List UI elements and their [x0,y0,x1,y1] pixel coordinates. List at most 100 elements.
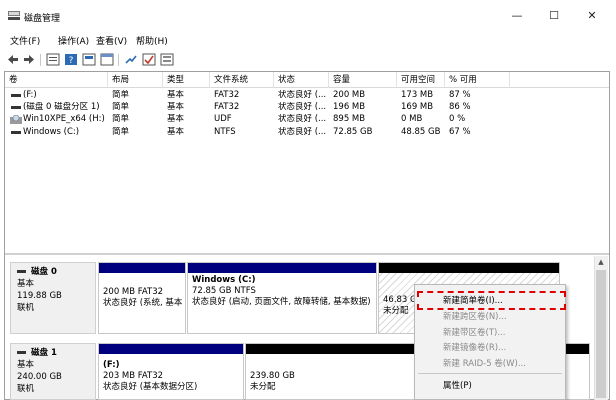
disk-type: 基本 [17,360,35,370]
pane-splitter[interactable] [5,253,609,255]
volume-filesystem: FAT32 [214,102,240,112]
volume-percent-free: 86 % [449,102,471,112]
partition-title: Windows (C:) [192,275,256,285]
column-header-layout[interactable]: 布局 [108,72,163,88]
partition-stripe [99,344,243,354]
partition-status: 状态良好 (启动, 页面文件, 故障转储, 基本数据) [192,297,371,307]
column-header-filesystem[interactable]: 文件系统 [210,72,274,88]
volume-filesystem: FAT32 [214,90,240,100]
disk-1-label[interactable]: 磁盘 1 基本 240.00 GB 联机 [10,343,96,400]
menu-view[interactable]: 查看(V) [96,34,127,50]
back-arrow-icon[interactable] [6,53,20,66]
volume-capacity: 200 MB [333,90,366,100]
minimize-button[interactable]: — [508,8,526,24]
volume-status: 状态良好 (... [278,90,327,100]
disk-name: 磁盘 0 [31,267,57,277]
volume-layout: 简单 [112,90,130,100]
menu-item-new-spanned-volume[interactable]: 新建跨区卷(N)... [443,311,507,323]
volume-free-space: 48.85 GB [401,127,441,137]
partition-status: 状态良好 (基本数据分区) [103,382,198,392]
volume-name: Windows (C:) [23,127,80,137]
scroll-up-arrow-icon[interactable]: ▲ [594,256,608,269]
partition-stripe [188,263,376,273]
column-header-percent-free[interactable]: % 可用 [445,72,510,88]
window-title: 磁盘管理 [24,14,61,24]
disk-size: 119.88 GB [17,291,62,301]
scrollbar-thumb[interactable] [596,270,606,398]
volume-layout: 简单 [112,102,130,112]
volume-icon [11,106,21,109]
disk-0-label[interactable]: 磁盘 0 基本 119.88 GB 联机 [10,262,96,334]
volume-list-header: 卷 布局 类型 文件系统 状态 容量 可用空间 % 可用 [5,72,609,88]
menu-item-properties[interactable]: 属性(P) [443,380,472,392]
volume-row[interactable]: (F:) 简单 基本 FAT32 状态良好 (... 200 MB 173 MB… [5,90,609,101]
partition-f[interactable]: (F:) 203 MB FAT32 状态良好 (基本数据分区) [98,343,244,400]
disk-icon [17,351,26,354]
volume-type: 基本 [167,102,185,112]
help-icon[interactable]: ? [64,53,78,66]
volume-status: 状态良好 (... [278,114,327,124]
column-header-capacity[interactable]: 容量 [329,72,397,88]
volume-status: 状态良好 (... [278,102,327,112]
rescan-icon[interactable] [160,53,174,66]
disk-icon [17,270,26,273]
menu-file[interactable]: 文件(F) [10,34,40,50]
disk-name: 磁盘 1 [31,348,57,358]
disk-status: 联机 [17,303,35,313]
menu-item-new-striped-volume[interactable]: 新建带区卷(T)... [443,327,505,339]
volume-filesystem: UDF [214,114,232,124]
partition-size-fs: 203 MB FAT32 [103,371,164,381]
volume-name: (磁盘 0 磁盘分区 1) [23,102,100,112]
toolbar-separator [40,54,41,66]
volume-row[interactable]: Win10XPE_x64 (H:) 简单 基本 UDF 状态良好 (... 89… [5,114,609,125]
menu-item-new-mirrored-volume[interactable]: 新建镜像卷(R)... [443,342,506,354]
menu-bar: 文件(F) 操作(A) 查看(V) 帮助(H) [0,34,616,50]
volume-layout: 简单 [112,127,130,137]
disk-management-app-icon [8,11,20,20]
volume-capacity: 895 MB [333,114,366,124]
maximize-button[interactable]: ☐ [545,8,563,24]
volume-percent-free: 0 % [449,114,466,124]
volume-capacity: 196 MB [333,102,366,112]
close-button[interactable]: ✕ [583,8,601,24]
connect-icon[interactable] [124,53,138,66]
volume-percent-free: 67 % [449,127,471,137]
partition-stripe [379,263,559,273]
menu-help[interactable]: 帮助(H) [136,34,168,50]
menu-item-new-raid5-volume[interactable]: 新建 RAID-5 卷(W)... [443,358,526,370]
volume-type: 基本 [167,127,185,137]
disk-properties-icon[interactable] [82,53,96,66]
partition-status: 状态良好 (系统, 基本 [103,298,183,308]
volume-row[interactable]: (磁盘 0 磁盘分区 1) 简单 基本 FAT32 状态良好 (... 196 … [5,102,609,113]
volume-type: 基本 [167,114,185,124]
checkmark-icon[interactable] [142,53,156,66]
forward-arrow-icon[interactable] [22,53,36,66]
disk-type: 基本 [17,279,35,289]
highlight-annotation [417,291,566,310]
column-header-volume[interactable]: 卷 [5,72,108,88]
volume-row[interactable]: Windows (C:) 简单 基本 NTFS 状态良好 (... 72.85 … [5,127,609,138]
toolbar: ? [0,51,616,69]
volume-capacity: 72.85 GB [333,127,373,137]
volume-percent-free: 87 % [449,90,471,100]
column-header-free-space[interactable]: 可用空间 [397,72,445,88]
disk-size: 240.00 GB [17,372,62,382]
list-view-icon[interactable] [46,53,60,66]
volume-free-space: 0 MB [401,114,423,124]
volume-free-space: 169 MB [401,102,434,112]
volume-layout: 简单 [112,114,130,124]
partition-efi-system[interactable]: 200 MB FAT32 状态良好 (系统, 基本 [98,262,186,334]
optical-disc-icon [10,115,22,124]
svg-text:?: ? [69,56,74,66]
volume-icon [11,94,21,97]
partition-windows-c[interactable]: Windows (C:) 72.85 GB NTFS 状态良好 (启动, 页面文… [187,262,377,334]
partition-size-fs: 200 MB FAT32 [103,287,164,297]
column-header-status[interactable]: 状态 [274,72,329,88]
disk-status: 联机 [17,384,35,394]
window-icon[interactable] [100,53,114,66]
partition-title: (F:) [103,360,120,370]
menu-action[interactable]: 操作(A) [58,34,89,50]
column-header-type[interactable]: 类型 [163,72,210,88]
context-menu-separator [418,373,562,374]
volume-filesystem: NTFS [214,127,236,137]
